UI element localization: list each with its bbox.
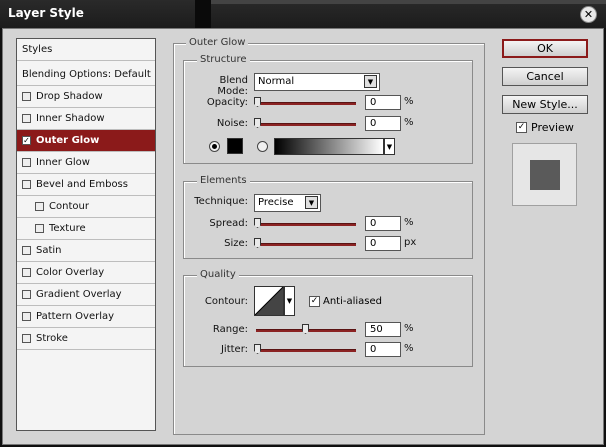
list-item-label: Outer Glow [36, 135, 100, 146]
contour-label: Contour: [204, 296, 248, 307]
range-unit: % [404, 323, 414, 334]
texture-checkbox[interactable] [35, 224, 44, 233]
jitter-slider[interactable] [256, 349, 356, 352]
preview-label: Preview [531, 121, 574, 134]
list-item-label: Color Overlay [36, 267, 105, 278]
background-strip [195, 0, 211, 28]
title-bar [0, 0, 606, 28]
pattern-overlay-checkbox[interactable] [22, 312, 31, 321]
satin-checkbox[interactable] [22, 246, 31, 255]
size-input[interactable]: 0 [365, 236, 401, 251]
list-item-label: Contour [49, 201, 89, 212]
bevel-emboss-checkbox[interactable] [22, 180, 31, 189]
inner-glow-checkbox[interactable] [22, 158, 31, 167]
list-item-label: Texture [49, 223, 86, 234]
size-unit: px [404, 237, 417, 248]
range-input[interactable]: 50 [365, 322, 401, 337]
opacity-slider[interactable] [256, 102, 356, 105]
range-label: Range: [212, 324, 248, 335]
close-button[interactable]: ✕ [580, 6, 597, 23]
style-item-stroke[interactable]: Stroke [17, 328, 155, 350]
style-item-inner-shadow[interactable]: Inner Shadow [17, 108, 155, 130]
noise-slider[interactable] [256, 123, 356, 126]
style-item-bevel-emboss[interactable]: Bevel and Emboss [17, 174, 155, 196]
style-item-pattern-overlay[interactable]: Pattern Overlay [17, 306, 155, 328]
spread-slider[interactable] [256, 223, 356, 226]
quality-legend: Quality [197, 269, 239, 280]
list-item-label: Styles [22, 44, 53, 55]
gradient-radio[interactable] [257, 141, 268, 152]
style-item-contour[interactable]: Contour [17, 196, 155, 218]
size-label: Size: [224, 238, 248, 249]
list-item-label: Bevel and Emboss [36, 179, 128, 190]
window-title: Layer Style [8, 6, 84, 20]
chevron-down-icon[interactable]: ▼ [364, 75, 377, 88]
structure-legend: Structure [197, 54, 250, 65]
anti-aliased-label: Anti-aliased [323, 296, 383, 307]
radio-dot [212, 144, 217, 149]
list-item-label: Inner Shadow [36, 113, 105, 124]
blending-options-item[interactable]: Blending Options: Default [17, 64, 155, 86]
list-item-label: Blending Options: Default [22, 69, 151, 80]
new-style-button[interactable]: New Style... [502, 95, 588, 114]
size-slider[interactable] [256, 243, 356, 246]
list-item-label: Pattern Overlay [36, 311, 115, 322]
outer-glow-legend: Outer Glow [186, 37, 249, 48]
close-icon: ✕ [583, 8, 594, 21]
cancel-button[interactable]: Cancel [502, 67, 588, 86]
opacity-unit: % [404, 96, 414, 107]
style-item-drop-shadow[interactable]: Drop Shadow [17, 86, 155, 108]
list-item-label: Gradient Overlay [36, 289, 122, 300]
contour-checkbox[interactable] [35, 202, 44, 211]
styles-list-header[interactable]: Styles [17, 39, 155, 61]
jitter-unit: % [404, 343, 414, 354]
blend-mode-label: Blend Mode: [217, 75, 248, 97]
gradient-overlay-checkbox[interactable] [22, 290, 31, 299]
spread-input[interactable]: 0 [365, 216, 401, 231]
spread-unit: % [404, 217, 414, 228]
technique-label: Technique: [194, 196, 248, 207]
style-item-texture[interactable]: Texture [17, 218, 155, 240]
glow-color-swatch[interactable] [227, 138, 243, 154]
style-item-gradient-overlay[interactable]: Gradient Overlay [17, 284, 155, 306]
jitter-input[interactable]: 0 [365, 342, 401, 357]
noise-label: Noise: [216, 118, 248, 129]
chevron-down-icon[interactable]: ▼ [305, 196, 318, 209]
blend-mode-select[interactable]: Normal [254, 73, 380, 91]
blend-mode-value: Normal [258, 76, 295, 87]
style-item-satin[interactable]: Satin [17, 240, 155, 262]
chevron-down-icon[interactable]: ▼ [384, 138, 395, 155]
contour-curve-icon [254, 286, 284, 316]
chevron-down-icon[interactable]: ▼ [284, 286, 295, 316]
opacity-label: Opacity: [206, 97, 248, 108]
spread-label: Spread: [209, 218, 248, 229]
preview-swatch [530, 160, 560, 190]
solid-color-radio[interactable] [209, 141, 220, 152]
style-item-color-overlay[interactable]: Color Overlay [17, 262, 155, 284]
preview-box [512, 143, 577, 206]
style-item-inner-glow[interactable]: Inner Glow [17, 152, 155, 174]
drop-shadow-checkbox[interactable] [22, 92, 31, 101]
contour-preview[interactable] [254, 286, 284, 316]
technique-value: Precise [258, 197, 294, 208]
preview-checkbox[interactable]: ✓ [516, 122, 527, 133]
gradient-swatch[interactable] [274, 138, 384, 155]
noise-unit: % [404, 117, 414, 128]
list-item-label: Satin [36, 245, 62, 256]
jitter-label: Jitter: [220, 344, 248, 355]
list-item-label: Inner Glow [36, 157, 90, 168]
stroke-checkbox[interactable] [22, 334, 31, 343]
background-strip-top [211, 0, 606, 4]
inner-shadow-checkbox[interactable] [22, 114, 31, 123]
noise-input[interactable]: 0 [365, 116, 401, 131]
anti-aliased-checkbox[interactable]: ✓ [309, 296, 320, 307]
list-item-label: Stroke [36, 333, 68, 344]
ok-button[interactable]: OK [502, 39, 588, 58]
elements-legend: Elements [197, 175, 250, 186]
style-item-outer-glow[interactable]: ✓ Outer Glow [17, 130, 155, 152]
outer-glow-checkbox[interactable]: ✓ [22, 136, 31, 145]
color-overlay-checkbox[interactable] [22, 268, 31, 277]
opacity-input[interactable]: 0 [365, 95, 401, 110]
list-item-label: Drop Shadow [36, 91, 103, 102]
